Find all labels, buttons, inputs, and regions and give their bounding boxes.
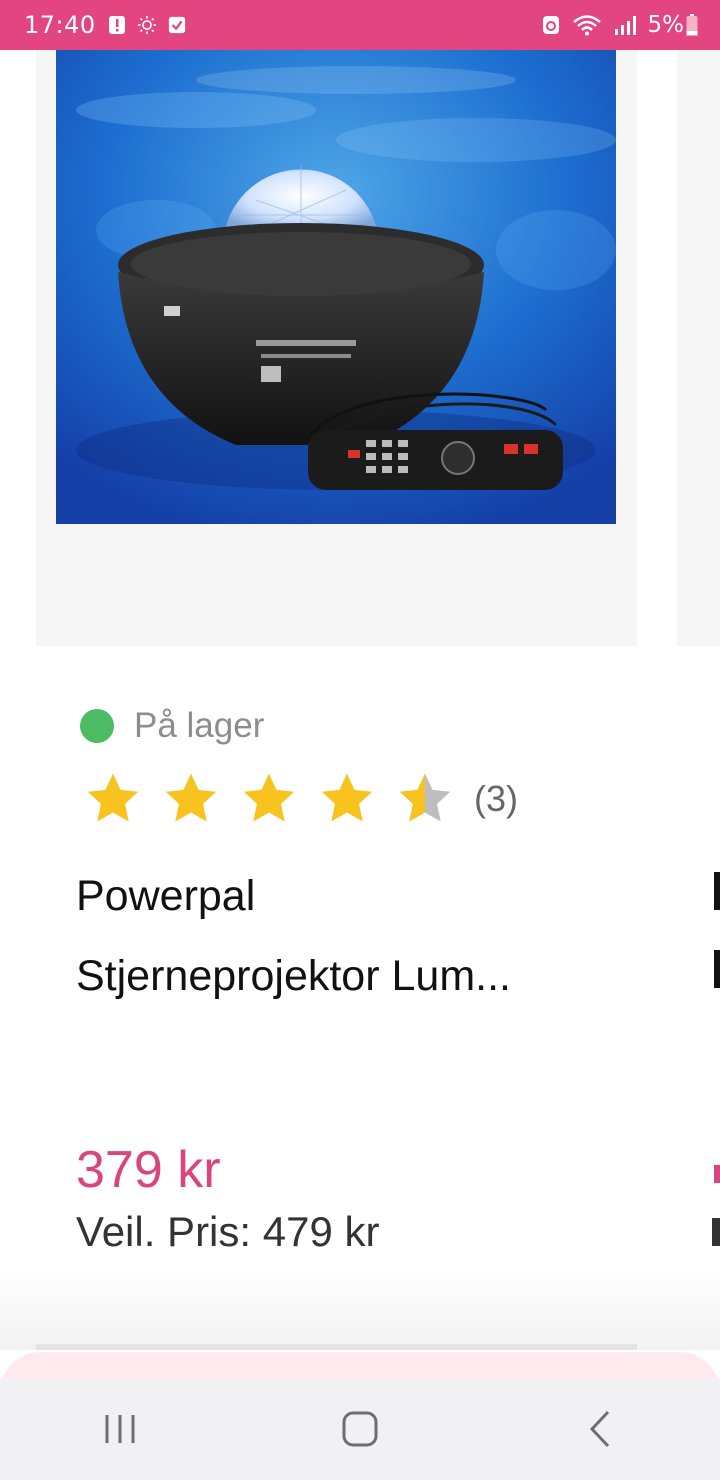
clock: 17:40 <box>24 11 96 39</box>
product-image[interactable] <box>56 50 616 524</box>
in-stock-dot-icon <box>80 709 114 743</box>
battery-percent: 5% <box>647 12 685 38</box>
alert-icon <box>108 16 126 34</box>
battery-saver-icon <box>542 16 560 34</box>
star-full-icon <box>84 770 142 828</box>
star-full-icon <box>240 770 298 828</box>
product-price: 379 kr <box>76 1141 221 1199</box>
status-bar: 17:40 5% <box>0 0 720 50</box>
product-title-line-2: Stjerneprojektor Lum... <box>76 952 511 1000</box>
next-card-rrp-edge <box>712 1218 720 1246</box>
recent-apps-icon[interactable] <box>80 1389 160 1469</box>
rating[interactable]: (3) <box>84 770 518 828</box>
list-bottom-fade <box>0 1270 720 1350</box>
product-title[interactable]: Powerpal Stjerneprojektor Lum... <box>76 856 636 1016</box>
wifi-icon <box>572 15 602 36</box>
star-full-icon <box>162 770 220 828</box>
check-box-icon <box>168 16 186 34</box>
product-image-container[interactable] <box>36 50 637 646</box>
sun-icon <box>137 16 156 34</box>
star-half-icon <box>396 770 454 828</box>
status-bar-left: 17:40 <box>24 11 186 39</box>
back-icon[interactable] <box>560 1389 640 1469</box>
rating-count: (3) <box>474 778 518 819</box>
product-title-line-1: Powerpal <box>76 872 256 920</box>
next-card-title-edge <box>714 950 720 988</box>
battery-icon <box>686 14 698 36</box>
star-full-icon <box>318 770 376 828</box>
recommended-price: Veil. Pris: 479 kr <box>76 1208 380 1255</box>
home-icon[interactable] <box>320 1389 400 1469</box>
next-product-card-edge[interactable] <box>677 50 720 646</box>
next-card-price-edge <box>714 1165 720 1183</box>
status-bar-right: 5% <box>542 12 699 38</box>
signal-icon <box>614 16 636 35</box>
next-card-title-edge <box>714 872 720 910</box>
stock-status: På lager <box>80 706 264 746</box>
system-navigation-bar <box>0 1378 720 1480</box>
stock-label: På lager <box>134 706 265 745</box>
next-row-card-top <box>36 1344 637 1350</box>
